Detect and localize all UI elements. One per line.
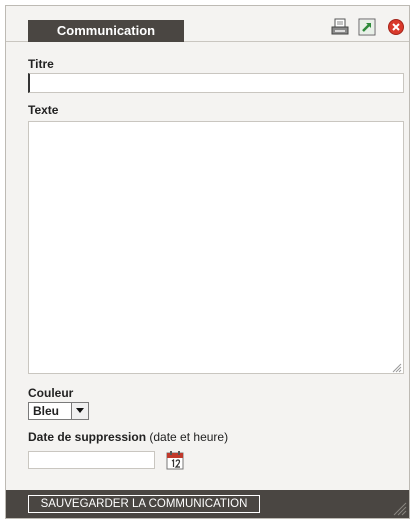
calendar-icon[interactable] (166, 450, 184, 470)
window-resize-handle[interactable] (393, 502, 407, 516)
texte-label: Texte (28, 103, 59, 117)
popout-icon[interactable] (358, 18, 376, 36)
chevron-down-icon[interactable] (71, 403, 88, 419)
communication-window: Communication Titre Texte Couleur Bleu D… (5, 5, 410, 519)
couleur-selected-value: Bleu (33, 404, 60, 418)
texte-textarea[interactable] (28, 121, 404, 374)
save-communication-button[interactable]: SAUVEGARDER LA COMMUNICATION (28, 495, 260, 513)
window-header: Communication (6, 6, 409, 42)
textarea-resize-handle[interactable] (392, 362, 402, 373)
date-label-text: Date de suppression (28, 430, 147, 444)
titre-input[interactable] (28, 73, 404, 93)
couleur-label: Couleur (28, 386, 74, 400)
print-icon[interactable] (331, 18, 349, 36)
window-footer: SAUVEGARDER LA COMMUNICATION (6, 490, 409, 518)
couleur-select[interactable]: Bleu (28, 402, 89, 420)
date-label: Date de suppression (date et heure) (28, 430, 228, 444)
date-input[interactable] (28, 451, 155, 469)
close-icon[interactable] (387, 18, 405, 36)
tab-communication[interactable]: Communication (28, 20, 184, 42)
date-hint: (date et heure) (149, 430, 229, 444)
titre-label: Titre (28, 57, 54, 71)
